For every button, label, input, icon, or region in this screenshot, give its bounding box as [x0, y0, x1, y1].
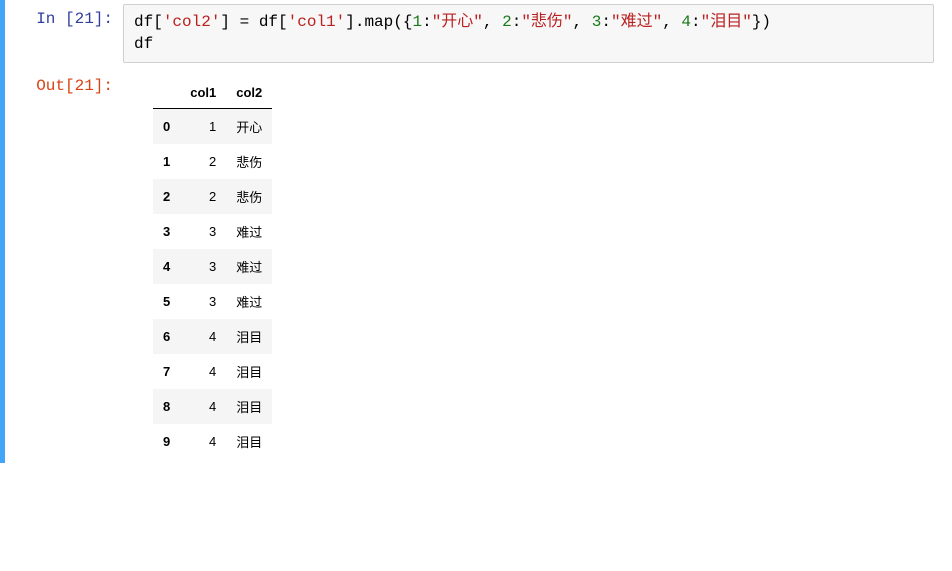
output-content: col1 col2 01开心12悲伤22悲伤33难过43难过53难过64泪目74…: [123, 71, 272, 459]
dataframe-table: col1 col2 01开心12悲伤22悲伤33难过43难过53难过64泪目74…: [153, 77, 272, 459]
table-row: 01开心: [153, 108, 272, 144]
row-index: 5: [153, 284, 180, 319]
table-row: 22悲伤: [153, 179, 272, 214]
input-area: In [21]: df['col2'] = df['col1'].map({1:…: [13, 4, 952, 63]
table-body: 01开心12悲伤22悲伤33难过43难过53难过64泪目74泪目84泪目94泪目: [153, 108, 272, 459]
table-row: 94泪目: [153, 424, 272, 459]
row-index: 1: [153, 144, 180, 179]
cell-col1: 4: [180, 424, 226, 459]
table-row: 43难过: [153, 249, 272, 284]
cell-col1: 4: [180, 389, 226, 424]
table-header-blank: [153, 77, 180, 109]
row-index: 0: [153, 108, 180, 144]
cell-col2: 难过: [226, 214, 272, 249]
code-input[interactable]: df['col2'] = df['col1'].map({1:"开心", 2:"…: [123, 4, 934, 63]
table-row: 53难过: [153, 284, 272, 319]
cell-col1: 2: [180, 144, 226, 179]
table-row: 84泪目: [153, 389, 272, 424]
row-index: 4: [153, 249, 180, 284]
cell-col2: 泪目: [226, 424, 272, 459]
cell-col2: 难过: [226, 284, 272, 319]
row-index: 8: [153, 389, 180, 424]
cell-col2: 泪目: [226, 389, 272, 424]
cell-col2: 悲伤: [226, 144, 272, 179]
row-index: 7: [153, 354, 180, 389]
row-index: 9: [153, 424, 180, 459]
cell-col2: 泪目: [226, 319, 272, 354]
in-prompt: In [21]:: [13, 4, 123, 28]
cell-col1: 3: [180, 284, 226, 319]
row-index: 3: [153, 214, 180, 249]
cell-col2: 悲伤: [226, 179, 272, 214]
output-area: Out[21]: col1 col2 01开心12悲伤22悲伤33难过43难过5…: [13, 71, 952, 459]
cell-col1: 3: [180, 214, 226, 249]
table-header-col1: col1: [180, 77, 226, 109]
notebook-cell: In [21]: df['col2'] = df['col1'].map({1:…: [0, 0, 952, 463]
table-row: 64泪目: [153, 319, 272, 354]
table-row: 12悲伤: [153, 144, 272, 179]
cell-col2: 泪目: [226, 354, 272, 389]
table-row: 74泪目: [153, 354, 272, 389]
cell-col2: 难过: [226, 249, 272, 284]
cell-col1: 1: [180, 108, 226, 144]
cell-col1: 4: [180, 354, 226, 389]
row-index: 2: [153, 179, 180, 214]
table-row: 33难过: [153, 214, 272, 249]
cell-col1: 2: [180, 179, 226, 214]
cell-col1: 3: [180, 249, 226, 284]
cell-col2: 开心: [226, 108, 272, 144]
out-prompt: Out[21]:: [13, 71, 123, 95]
row-index: 6: [153, 319, 180, 354]
table-header-col2: col2: [226, 77, 272, 109]
cell-col1: 4: [180, 319, 226, 354]
